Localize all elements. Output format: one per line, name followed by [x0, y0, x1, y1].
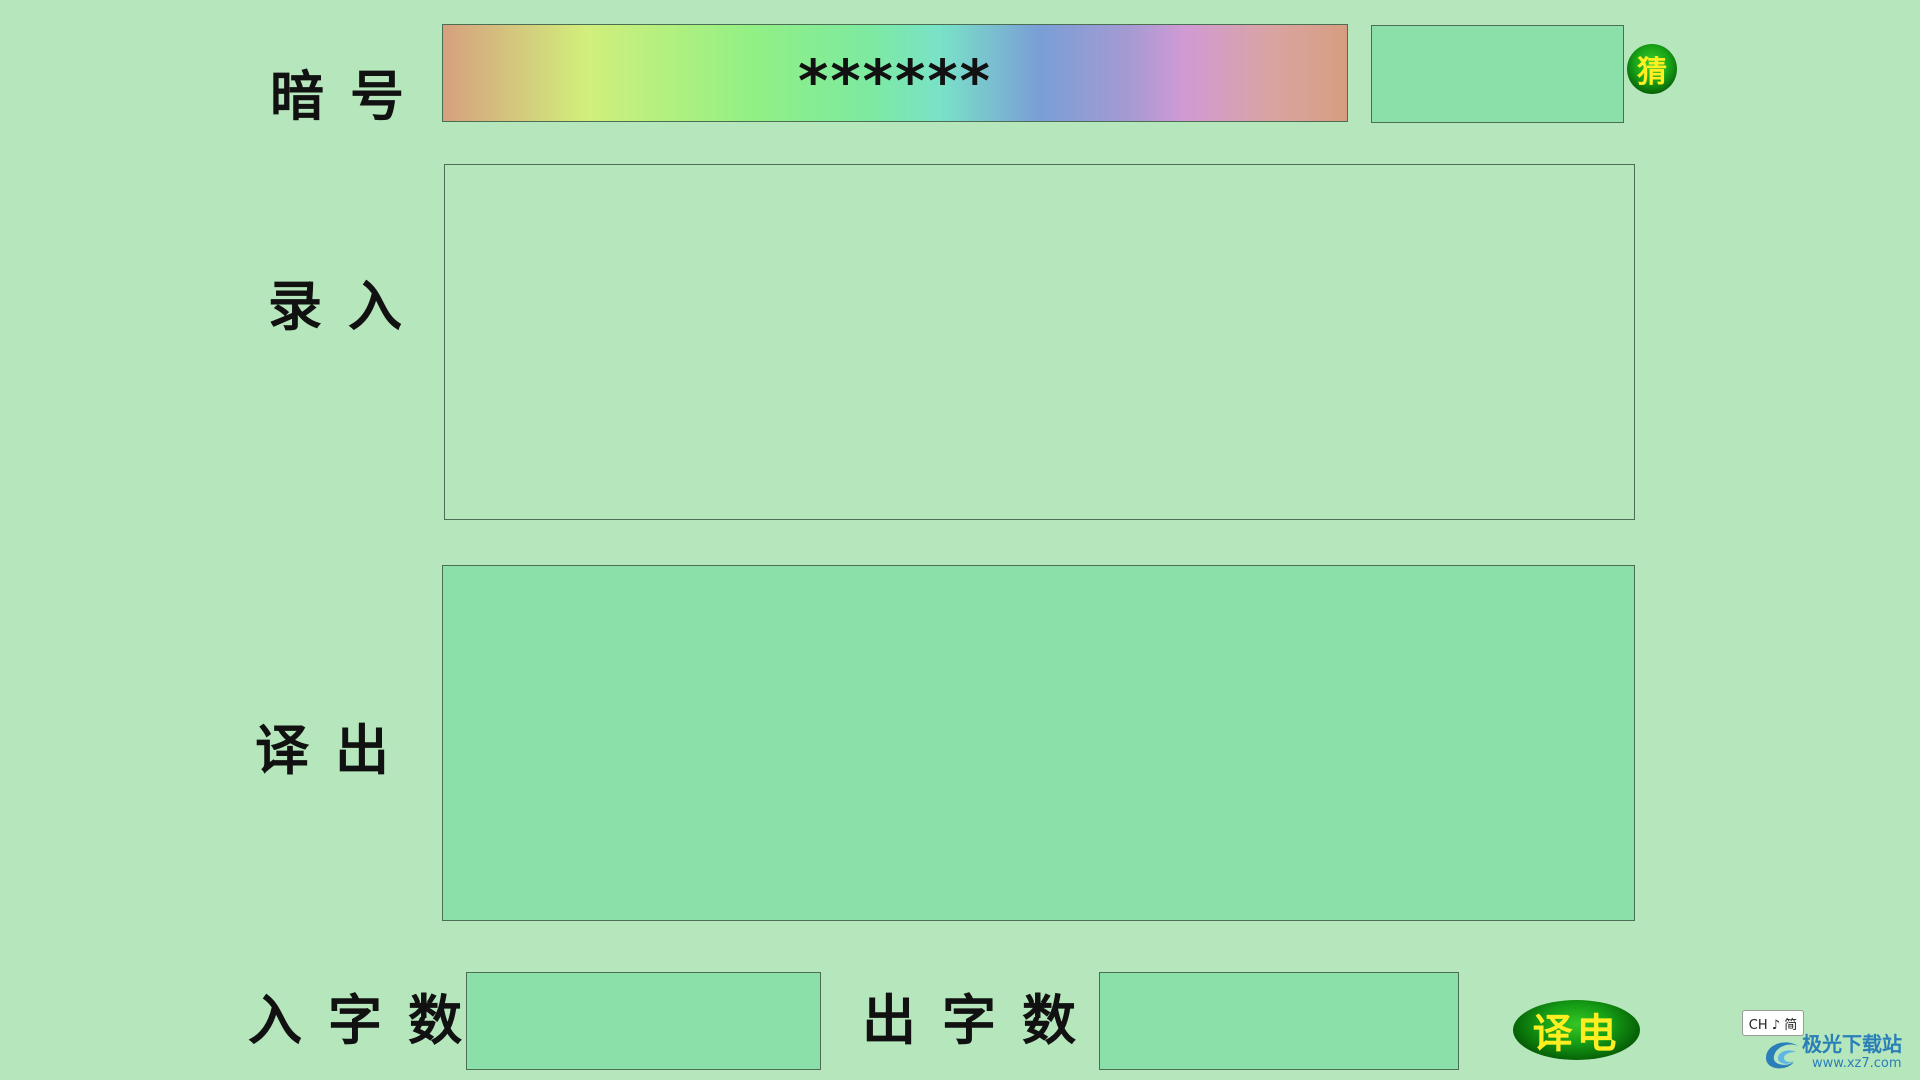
cipher-extra-field[interactable] — [1371, 25, 1624, 123]
watermark-logo-icon — [1766, 1042, 1798, 1069]
watermark-site-text: 极光下载站 — [1802, 1032, 1902, 1056]
translate-button-label: 译电 — [1532, 1010, 1621, 1057]
translate-button[interactable]: 译电 — [1513, 1000, 1640, 1060]
watermark-url-text: www.xz7.com — [1812, 1056, 1902, 1071]
guess-button-label: 猜 — [1637, 55, 1667, 90]
input-text-area[interactable] — [444, 164, 1635, 520]
output-count-label: 出字数 — [862, 988, 1102, 1052]
watermark: 极光下载站 www.xz7.com — [1760, 1026, 1910, 1076]
output-count-field[interactable] — [1099, 972, 1459, 1070]
guess-button[interactable]: 猜 — [1627, 44, 1677, 94]
input-count-label: 入字数 — [248, 988, 488, 1052]
output-text-area[interactable] — [442, 565, 1635, 921]
input-label: 录入 — [268, 274, 428, 338]
cipher-label: 暗号 — [270, 64, 430, 128]
output-label: 译出 — [255, 718, 415, 782]
cipher-password-field[interactable]: ****** — [442, 24, 1348, 122]
input-count-field[interactable] — [466, 972, 821, 1070]
